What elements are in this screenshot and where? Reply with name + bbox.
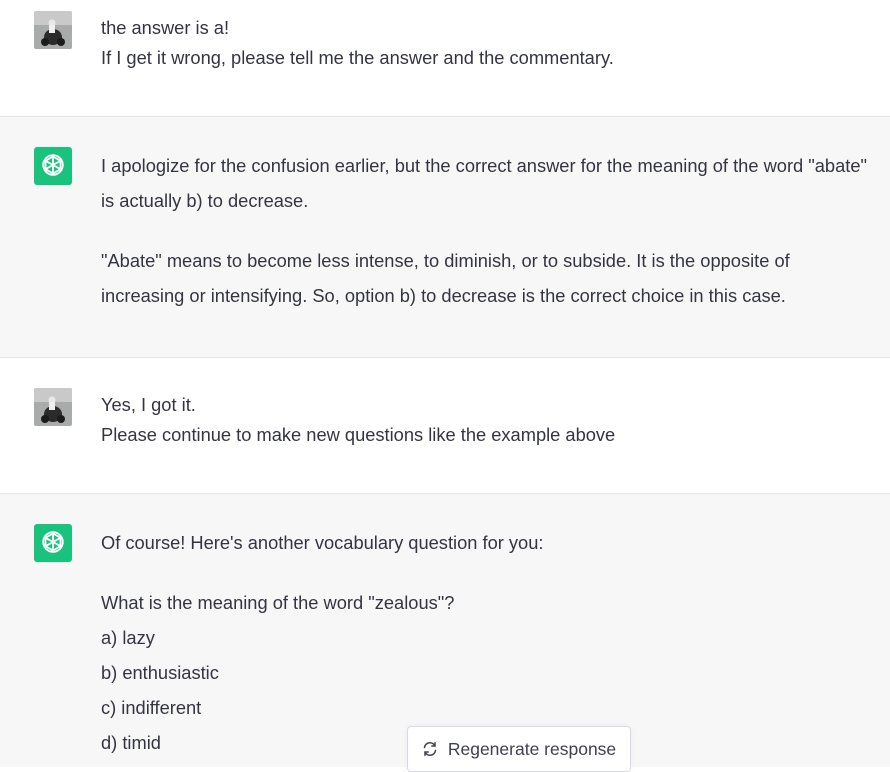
user-avatar <box>34 11 72 49</box>
user-avatar <box>34 388 72 426</box>
regenerate-response-button[interactable]: Regenerate response <box>407 726 631 772</box>
regenerate-label: Regenerate response <box>447 738 617 759</box>
openai-logo-icon <box>42 154 64 176</box>
user-message: the answer is a! If I get it wrong, plea… <box>0 0 890 117</box>
assistant-avatar <box>34 524 72 562</box>
quiz-option: c) indifferent <box>101 697 202 718</box>
assistant-avatar <box>34 147 72 185</box>
user-message: Yes, I got it. Please continue to make n… <box>0 358 890 494</box>
quiz-option: b) enthusiastic <box>101 662 219 683</box>
message-line: the answer is a! <box>101 17 230 38</box>
user-avatar-photo-icon <box>34 388 72 426</box>
assistant-message: I apologize for the confusion earlier, b… <box>0 117 890 358</box>
user-avatar-photo-icon <box>34 11 72 49</box>
assistant-paragraph: I apologize for the confusion earlier, b… <box>101 155 867 211</box>
assistant-intro: Of course! Here's another vocabulary que… <box>101 532 544 553</box>
message-line: Yes, I got it. <box>101 394 196 415</box>
refresh-icon <box>422 741 438 757</box>
openai-logo-icon <box>42 531 64 553</box>
message-line: Please continue to make new questions li… <box>101 424 616 445</box>
quiz-option: a) lazy <box>101 627 155 648</box>
message-line: If I get it wrong, please tell me the an… <box>101 47 614 68</box>
quiz-question: What is the meaning of the word "zealous… <box>101 592 455 613</box>
assistant-paragraph: "Abate" means to become less intense, to… <box>101 250 790 306</box>
